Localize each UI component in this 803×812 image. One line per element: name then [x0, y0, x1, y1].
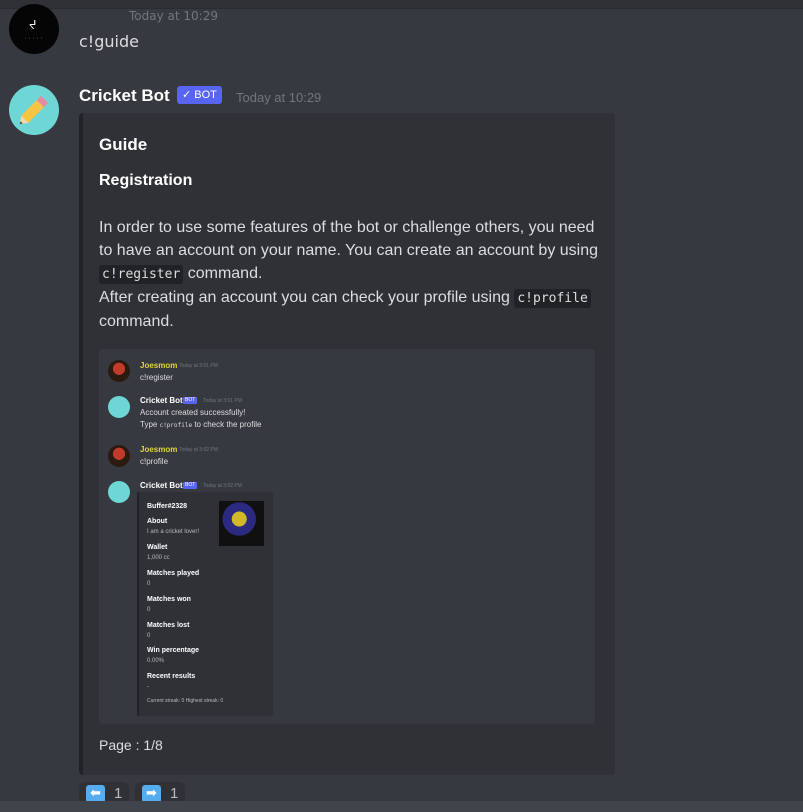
profile-recent-value: - — [147, 684, 149, 690]
profile-lost-label: Matches lost — [147, 622, 190, 629]
profile-streak: Current streak: 0 Highest streak: 0 — [147, 698, 224, 704]
mini-time: Today at 3:02 PM — [179, 447, 218, 453]
previous-message-timestamp: Today at 10:29 — [129, 9, 218, 23]
mini-code: c!profile — [159, 422, 193, 429]
profile-lost-value: 0 — [147, 633, 151, 639]
mini-text: c!profile — [140, 457, 169, 466]
profile-recent-label: Recent results — [147, 673, 196, 680]
profile-winpct-label: Win percentage — [147, 647, 200, 654]
bot-message-timestamp: Today at 10:29 — [236, 90, 322, 105]
mini-author: Joesmom — [140, 445, 178, 454]
reaction-count: 1 — [114, 785, 123, 802]
desc-part1: In order to use some features of the bot… — [99, 219, 599, 259]
avatar-glyph-icon: ᔪ — [29, 18, 37, 32]
desc-part3: After creating an account you can check … — [99, 289, 515, 306]
previous-message: ᔪ ····· Today at 10:29 c!guide — [0, 0, 803, 64]
mini-text-a: Type — [140, 420, 160, 429]
message-input-bar[interactable] — [0, 801, 803, 812]
mini-time: Today at 3:01 PM — [179, 363, 218, 369]
mini-author: Cricket Bot — [140, 481, 183, 490]
profile-name: Buffer#2328 — [147, 503, 188, 510]
pencil-icon — [19, 95, 49, 125]
embed-field-name: Registration — [99, 172, 193, 189]
embed-description: In order to use some features of the bot… — [99, 216, 599, 333]
mini-bot-avatar — [108, 396, 130, 418]
profile-about-value: I am a cricket lover! — [147, 529, 200, 535]
desc-part4: command. — [99, 313, 174, 330]
profile-won-label: Matches won — [147, 596, 191, 603]
profile-played-value: 0 — [147, 581, 151, 587]
desc-part2: command. — [183, 265, 263, 282]
mini-bot-tag: BOT — [183, 397, 198, 404]
mini-text-b: to check the profile — [192, 420, 262, 429]
user-avatar[interactable]: ᔪ ····· — [9, 4, 59, 54]
embed-footer: Page : 1/8 — [99, 737, 163, 753]
profile-wallet-value: 1,000 cc — [147, 555, 170, 561]
mini-text: c!register — [140, 373, 173, 382]
mini-time: Today at 3:01 PM — [203, 398, 242, 404]
avatar-logo-icon: ····· — [23, 36, 45, 42]
mini-user-avatar — [108, 445, 130, 467]
profile-won-value: 0 — [147, 607, 151, 613]
reaction-count: 1 — [170, 785, 179, 802]
bot-avatar[interactable] — [9, 85, 59, 135]
embed-title: Guide — [99, 135, 148, 154]
bot-badge: ✓ BOT — [177, 86, 222, 104]
mini-user-avatar — [108, 360, 130, 382]
profile-thumbnail — [219, 501, 264, 546]
profile-played-label: Matches played — [147, 570, 200, 577]
embed-image[interactable]: Joesmom Today at 3:01 PM c!register Cric… — [99, 349, 595, 724]
guide-embed: Guide Registration In order to use some … — [79, 113, 615, 775]
bot-author-name[interactable]: Cricket Bot — [79, 86, 170, 106]
mini-bot-tag: BOT — [183, 482, 198, 489]
profile-winpct-value: 0.00% — [147, 658, 165, 664]
mini-bot-avatar — [108, 481, 130, 503]
mini-profile-embed: Buffer#2328 About I am a cricket lover! … — [137, 492, 273, 716]
mini-author: Joesmom — [140, 361, 178, 370]
mini-text: Account created successfully! — [140, 408, 246, 417]
code-profile: c!profile — [514, 289, 591, 308]
code-register: c!register — [99, 265, 184, 284]
mini-time: Today at 3:02 PM — [203, 483, 242, 489]
mini-text-line2: Type c!profile to check the profile — [140, 419, 261, 432]
mini-author: Cricket Bot — [140, 396, 183, 405]
previous-message-text: c!guide — [79, 32, 139, 51]
profile-wallet-label: Wallet — [147, 544, 168, 551]
profile-about-label: About — [147, 518, 168, 525]
